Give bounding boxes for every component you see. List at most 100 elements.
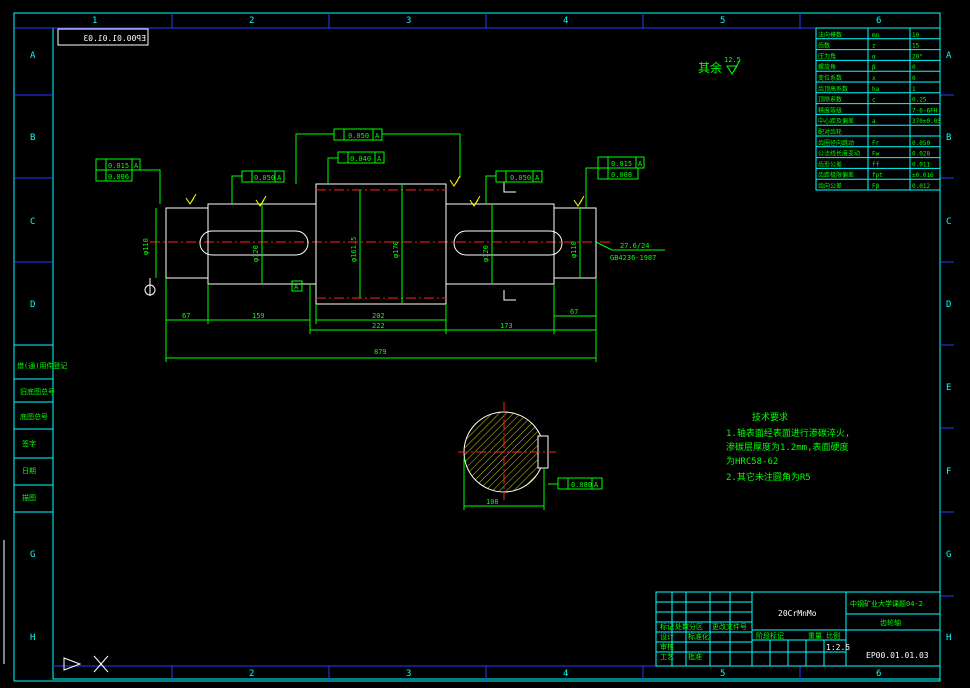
tol-right-journal: 0.050: [510, 174, 531, 182]
tech-req-line-2: 渗碳层厚度为1.2mm,表面硬度: [726, 441, 849, 453]
title-block: 标记 处数 分区 更改文件号 设计 标准化 审核 工艺 批准 阶段标记 重量 比…: [655, 591, 941, 667]
tb-label-scale: 比例: [826, 631, 840, 640]
left-signature-panel: 借(通)用件登记 旧底图总号 底图总号 签字 日期 描图: [13, 344, 67, 513]
tb-label-mark: 标记: [660, 622, 674, 631]
tolerance-frames: 0.015 A 0.006 0.050 A 0.050 A 0.040 A 0.…: [95, 128, 645, 292]
zone-row-a: A: [30, 51, 36, 61]
tol-left-journal-ref: A: [277, 174, 282, 182]
drawing-number-box: EP00.01.01.03: [57, 28, 149, 46]
dim-len-159: 159: [252, 312, 265, 320]
tol-left-runout-ref: A: [134, 162, 139, 170]
cross-section-view: 108 0.080 A: [458, 402, 603, 510]
dim-dia-right-end: φ110: [570, 241, 578, 258]
zone-row-e-right: E: [946, 383, 951, 393]
param-cell-3-0: 螺旋角: [818, 63, 836, 71]
zone-col-4-bottom: 4: [563, 669, 568, 679]
tb-material: 20CrMnMo: [778, 609, 817, 618]
param-cell-14-1: Fβ: [872, 183, 880, 190]
tb-label-design: 设计: [660, 632, 674, 641]
zone-col-3: 3: [406, 16, 411, 26]
param-cell-5-2: 1: [912, 86, 916, 93]
panel-cell-5: 描图: [22, 493, 36, 502]
param-table: 法向模数 mn 10 齿数 z 15 压力角 α 20° 螺旋角 β 0 变位系数 x 0 齿顶高系数 ha 1 顶…: [815, 27, 941, 191]
surface-finish-value: 12.5: [724, 56, 741, 64]
param-cell-7-2: 7-6-6FH: [912, 107, 938, 114]
dim-len-67-left: 67: [182, 312, 190, 320]
thread-spec: 27.6/24: [620, 242, 650, 250]
param-cell-14-0: 齿向公差: [818, 182, 842, 190]
surface-finish-note: 其余 12.5: [698, 56, 741, 75]
panel-cell-0: 借(通)用件登记: [17, 361, 67, 370]
tol-section-sym: 0.080: [571, 481, 592, 489]
tol-left-journal: 0.050: [254, 174, 275, 182]
tb-label-zone: 分区: [689, 622, 703, 631]
cad-drawing-canvas[interactable]: 1 2 3 4 5 6 2 3 4 5 6 A B C D H G A B C …: [0, 0, 970, 688]
zone-ruler-top: 1 2 3 4 5 6: [14, 13, 940, 29]
tech-req-title: 技术要求: [752, 411, 788, 423]
technical-requirements: 技术要求 1.轴表面经表面进行渗碳淬火, 渗碳层厚度为1.2mm,表面硬度 为H…: [726, 411, 850, 483]
tb-drawing-no: EP00.01.01.03: [866, 651, 929, 660]
param-cell-0-1: mn: [872, 32, 880, 39]
zone-row-h-left: H: [30, 633, 35, 643]
tb-label-stage: 阶段标记: [756, 631, 784, 640]
tol-section-ref: A: [594, 481, 599, 489]
left-end-section: [165, 207, 209, 279]
param-cell-6-1: c: [872, 97, 876, 104]
param-cell-5-1: ha: [872, 86, 880, 93]
tol-center-inner: 0.040: [350, 155, 371, 163]
panel-cell-4: 日期: [22, 467, 36, 475]
tb-label-process: 工艺: [660, 653, 674, 661]
ucs-icon: [3, 540, 109, 673]
tol-right-runout: 0.015: [611, 160, 632, 168]
zone-col-4: 4: [563, 16, 568, 26]
right-keyway: [453, 230, 563, 256]
zone-row-f-right: F: [946, 467, 951, 477]
tol-center-top-ref: A: [375, 132, 380, 140]
zone-ruler-sides: A B C D H G A B C D E F G H: [14, 51, 954, 643]
param-cell-1-2: 15: [912, 43, 920, 50]
zone-row-b-right: B: [946, 133, 951, 143]
panel-cell-3: 签字: [22, 439, 36, 448]
param-cell-5-0: 齿顶高系数: [818, 85, 848, 93]
param-cell-0-2: 10: [912, 32, 920, 39]
gear-body-section: [315, 183, 447, 305]
tech-req-line-3: 为HRC58-62: [726, 455, 778, 467]
panel-cell-2: 底图总号: [20, 412, 48, 421]
tb-label-weight: 重量: [808, 632, 822, 640]
tol-right-cyl: 0.008: [611, 171, 632, 179]
thread-standard: GB4236-1987: [610, 254, 656, 262]
dim-len-222: 222: [372, 322, 385, 330]
param-cell-13-1: fpt: [872, 172, 883, 179]
param-cell-2-0: 压力角: [818, 52, 836, 60]
param-cell-4-0: 变位系数: [818, 74, 842, 82]
param-cell-10-1: Fr: [872, 140, 880, 147]
drawing-number-mirrored: EP00.01.01.03: [83, 34, 146, 43]
zone-col-6: 6: [876, 16, 881, 26]
zone-col-5: 5: [720, 16, 725, 26]
param-cell-3-1: β: [872, 64, 876, 71]
zone-row-b: B: [30, 133, 35, 143]
dim-dia-body-inner: φ161.5: [350, 237, 358, 262]
param-cell-8-2: 370±0.05: [912, 118, 941, 125]
zone-row-d-right: D: [946, 300, 951, 310]
zone-row-d: D: [30, 300, 35, 310]
dim-dia-right-journal: φ120: [482, 245, 490, 262]
tb-company: 中钢矿业大学课题04-2: [850, 599, 923, 608]
sheet-border: [13, 12, 941, 682]
param-cell-6-0: 顶隙系数: [818, 96, 842, 104]
zone-row-c-right: C: [946, 217, 951, 227]
param-cell-11-0: 公法线长度变动: [818, 150, 860, 158]
tech-req-line-1: 1.轴表面经表面进行渗碳淬火,: [726, 427, 850, 439]
zone-row-a-right: A: [946, 51, 952, 61]
param-cell-13-2: ±0.016: [912, 172, 934, 179]
param-cell-12-1: ff: [872, 161, 880, 168]
dim-dia-left-end: φ110: [142, 238, 150, 255]
dim-dia-left-journal: φ120: [252, 245, 260, 262]
param-cell-1-0: 齿数: [818, 42, 830, 50]
tb-label-standard: 标准化: [688, 632, 709, 641]
tb-label-count: 处数: [675, 622, 689, 631]
param-cell-9-0: 配对齿轮: [818, 128, 842, 136]
param-cell-2-2: 20°: [912, 53, 923, 60]
param-cell-10-2: 0.050: [912, 140, 930, 147]
param-cell-7-0: 精度等级: [818, 106, 842, 114]
